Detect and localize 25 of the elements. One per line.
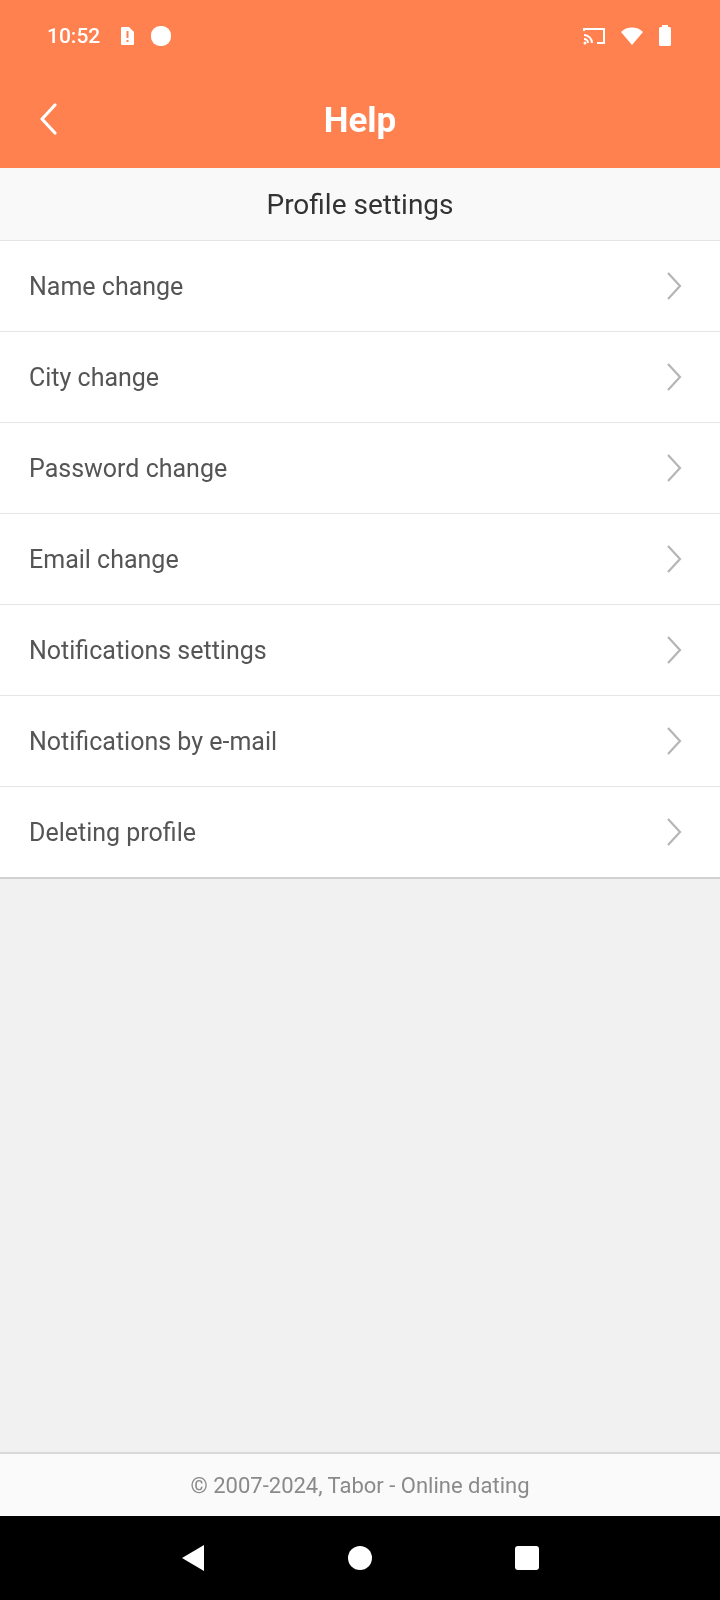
back-nav-icon[interactable] bbox=[180, 1544, 207, 1572]
home-nav-icon[interactable] bbox=[347, 1545, 373, 1571]
menu-item[interactable]: Email change bbox=[0, 514, 720, 605]
page-title: Help bbox=[323, 99, 397, 141]
chevron-icon bbox=[666, 726, 682, 756]
menu-item[interactable]: Notifications by e-mail bbox=[0, 696, 720, 787]
chevron-icon bbox=[666, 362, 682, 392]
menu-item[interactable]: Notifications settings bbox=[0, 605, 720, 696]
chevron-icon bbox=[666, 635, 682, 665]
footer-text: © 2007-2024, Tabor - Online dating bbox=[0, 1452, 720, 1516]
status-time: 10:52 bbox=[47, 24, 101, 48]
menu-item[interactable]: City change bbox=[0, 332, 720, 423]
menu-item[interactable]: Deleting profile bbox=[0, 787, 720, 877]
chevron-icon bbox=[666, 271, 682, 301]
cast-icon bbox=[582, 26, 606, 46]
section-header: Profile settings bbox=[0, 168, 720, 241]
chevron-icon bbox=[666, 817, 682, 847]
menu-item[interactable]: Name change bbox=[0, 241, 720, 332]
recents-nav-icon[interactable] bbox=[513, 1545, 540, 1571]
battery-icon bbox=[658, 25, 672, 47]
chevron-icon bbox=[666, 453, 682, 483]
wifi-icon bbox=[620, 26, 644, 46]
menu-item[interactable]: Password change bbox=[0, 423, 720, 514]
sim-alert-icon bbox=[118, 26, 137, 46]
chevron-icon bbox=[666, 544, 682, 574]
